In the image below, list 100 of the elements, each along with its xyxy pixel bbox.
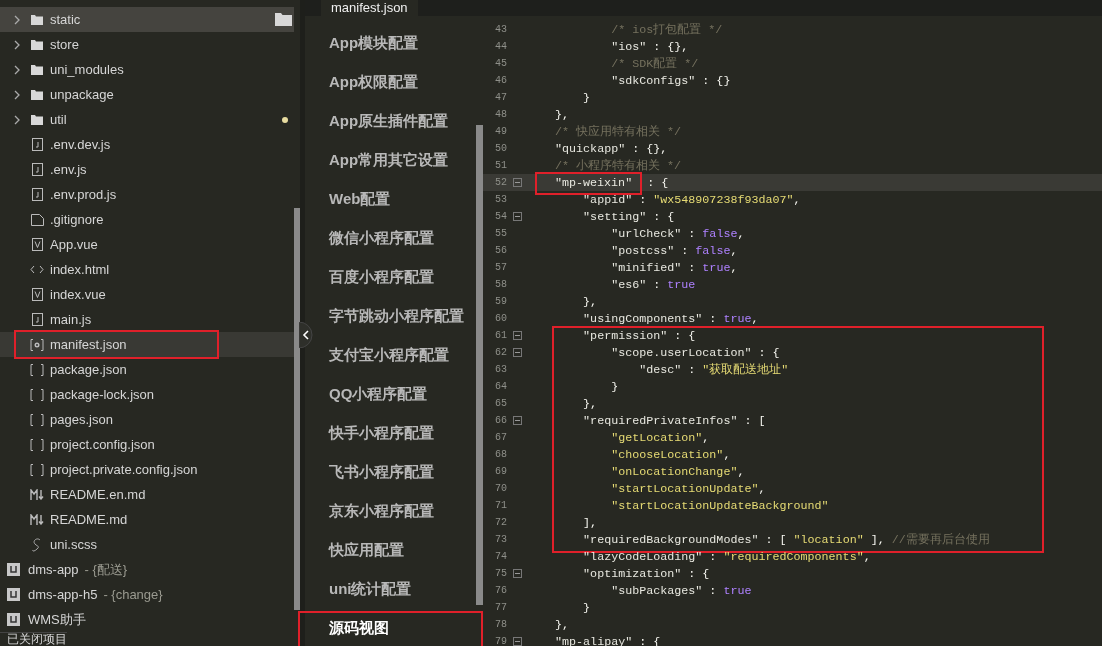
line-number: 72 [494,517,507,528]
code-comment: /* 小程序特有相关 */ [554,159,682,173]
settings-nav-item[interactable]: Web配置 [305,180,476,219]
fold-icon[interactable] [512,416,522,425]
code-token: : { [687,566,710,581]
fold-icon[interactable] [512,212,522,221]
settings-nav-item[interactable]: 飞书小程序配置 [305,453,476,492]
project-icon [7,588,20,601]
file-tree-item[interactable]: store [0,32,294,57]
code-token: : { [673,328,696,343]
code-token: : [708,549,718,564]
line-number: 56 [494,245,507,256]
code-token: : [687,363,697,377]
scrollbar[interactable] [294,208,300,610]
file-icon [31,313,43,326]
code-token: , [737,464,745,479]
line-number: 57 [494,262,507,273]
file-tree-item[interactable]: index.html [0,257,294,282]
settings-nav-item[interactable]: 京东小程序配置 [305,492,476,531]
fold-icon[interactable] [512,348,522,357]
settings-nav-item[interactable]: 源码视图 [305,609,476,646]
markdown-icon [29,514,45,525]
project-item[interactable]: WMS助手 [0,607,294,632]
code-token: "usingComponents" [582,311,703,326]
fold-icon[interactable] [512,569,522,578]
branch-label: - {配送} [84,560,128,579]
file-tree-item[interactable]: .env.prod.js [0,182,294,207]
folder-icon[interactable] [275,13,292,26]
code-token: , [793,192,801,207]
code-token: , [723,447,731,462]
fold-icon[interactable] [512,331,522,340]
settings-nav-item[interactable]: uni统计配置 [305,570,476,609]
file-tree-item[interactable]: uni_modules [0,57,294,82]
file-tree-item[interactable]: package-lock.json [0,382,294,407]
code-token: "onLocationChange" [610,464,738,479]
code-token: "requiredBackgroundModes" [582,533,759,547]
code-token: "mp-alipay" [554,634,633,646]
file-tree-item[interactable]: .env.dev.js [0,132,294,157]
fold-icon[interactable] [512,637,522,646]
code-token: true [702,260,731,275]
file-tree-item[interactable]: App.vue [0,232,294,257]
file-tree-item[interactable]: unpackage [0,82,294,107]
settings-nav-item[interactable]: 支付宝小程序配置 [305,336,476,375]
settings-nav-item[interactable]: 字节跳动小程序配置 [305,297,476,336]
code-token: true [723,583,752,598]
settings-nav-item[interactable]: 快应用配置 [305,531,476,570]
code-token: "es6" [610,277,647,292]
code-token: : [652,277,662,292]
file-tree-item[interactable]: README.en.md [0,482,294,507]
settings-nav-item[interactable]: App原生插件配置 [305,102,476,141]
project-item[interactable]: dms-app - {配送} [0,557,294,582]
line-number: 70 [494,483,507,494]
file-tree-item[interactable]: .gitignore [0,207,294,232]
file-tree-item[interactable]: pages.json [0,407,294,432]
project-item[interactable]: dms-app-h5 - {change} [0,582,294,607]
file-tree-item[interactable]: manifest.json [0,332,294,357]
file-tree-item[interactable]: util [0,107,294,132]
line-number: 71 [494,500,507,511]
code-token: }, [554,617,570,632]
file-tree-item[interactable]: package.json [0,357,294,382]
code-token: ], [869,533,886,547]
folder-icon [31,39,43,50]
code-token: "optimization" [582,566,682,581]
code-token: : {} [701,73,731,88]
project-icon [7,563,20,576]
line-number: 76 [494,585,507,596]
closed-projects-label[interactable]: 已关闭项目 [0,632,67,646]
scrollbar[interactable] [476,125,483,605]
settings-nav-item[interactable]: App权限配置 [305,63,476,102]
code-token: false [702,226,738,241]
brackets-icon [30,463,44,476]
code-token: true [723,311,752,326]
line-number: 58 [494,279,507,290]
brackets-icon [30,438,44,451]
file-tree-item[interactable]: main.js [0,307,294,332]
settings-nav-item[interactable]: 百度小程序配置 [305,258,476,297]
file-tree-item[interactable]: .env.js [0,157,294,182]
line-number: 50 [494,143,507,154]
chevron-right-icon [14,89,20,100]
editor-tab[interactable]: manifest.json [321,0,418,16]
file-tree-item[interactable]: project.private.config.json [0,457,294,482]
line-number: 45 [494,58,507,69]
code-comment: /* ios打包配置 */ [610,23,723,37]
code-token: "ios" [610,39,647,54]
file-tree-item[interactable]: project.config.json [0,432,294,457]
fold-icon[interactable] [512,178,522,187]
line-number: 48 [494,109,507,120]
settings-nav-item[interactable]: 微信小程序配置 [305,219,476,258]
file-tree-item[interactable]: index.vue [0,282,294,307]
file-tree-item[interactable]: static [0,7,294,32]
line-number: 73 [494,534,507,545]
file-tree-item[interactable]: uni.scss [0,532,294,557]
settings-nav-item[interactable]: App模块配置 [305,24,476,63]
settings-nav-item[interactable]: QQ小程序配置 [305,375,476,414]
line-number: 66 [494,415,507,426]
code-token: "desc" [638,363,682,377]
settings-nav-item[interactable]: App常用其它设置 [305,141,476,180]
file-tree-item[interactable]: README.md [0,507,294,532]
settings-nav-item[interactable]: 快手小程序配置 [305,414,476,453]
line-number: 52 [494,177,507,188]
